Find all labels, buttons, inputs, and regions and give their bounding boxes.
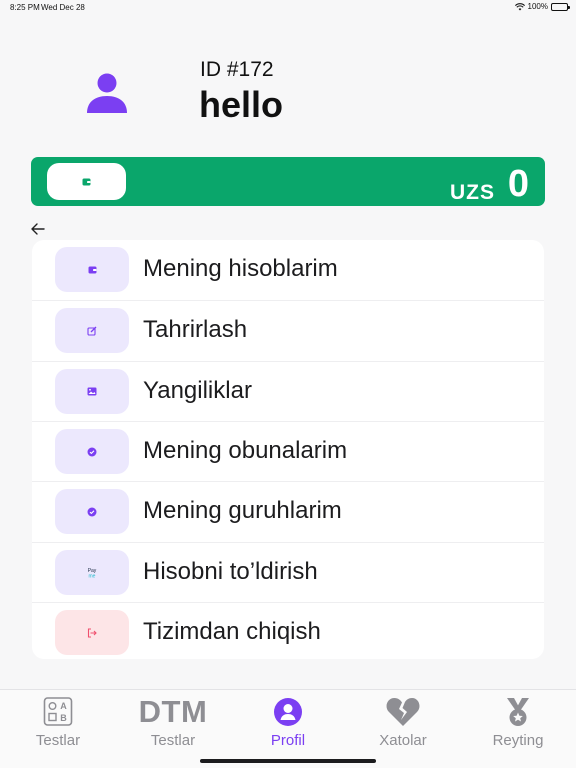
image-icon — [87, 387, 97, 396]
edit-icon — [87, 326, 97, 336]
svg-text:B: B — [60, 713, 67, 723]
balance-bar: UZS 0 — [31, 157, 545, 206]
check-badge-icon — [87, 507, 97, 516]
tab-profil[interactable]: Profil — [238, 690, 338, 750]
profile-menu: Mening hisoblarim Tahrirlash Yangiliklar — [32, 240, 544, 659]
balance-currency: UZS — [450, 181, 495, 204]
avatar-icon — [87, 73, 127, 113]
tab-label: Xatolar — [379, 732, 427, 749]
menu-item-label: Mening guruhlarim — [143, 497, 342, 524]
tab-bar: A B Testlar DTM Testlar Profil Xatolar R… — [0, 689, 576, 768]
battery-icon — [551, 2, 570, 11]
tab-testlar[interactable]: A B Testlar — [8, 690, 108, 750]
user-name: hello — [199, 84, 284, 125]
menu-item-topup[interactable]: Pay me Hisobni to’ldirish — [32, 542, 544, 602]
menu-icon-box — [55, 247, 129, 292]
menu-icon-box: Pay me — [55, 550, 129, 595]
user-id: ID #172 — [200, 58, 274, 81]
menu-icon-box — [55, 429, 129, 474]
medal-icon — [507, 698, 529, 726]
tab-xatolar[interactable]: Xatolar — [353, 690, 453, 750]
battery-percent: 100% — [527, 2, 548, 11]
menu-item-label: Tizimdan chiqish — [143, 618, 321, 645]
menu-item-subscriptions[interactable]: Mening obunalarim — [32, 421, 544, 481]
user-circle-icon — [274, 698, 302, 726]
menu-icon-box — [55, 308, 129, 353]
tab-label: Testlar — [35, 732, 81, 749]
payme-icon: Pay me — [88, 568, 97, 579]
wallet-button[interactable] — [47, 163, 126, 200]
status-date: Wed Dec 28 — [41, 3, 85, 12]
balance-amount: 0 — [507, 163, 529, 205]
menu-item-label: Tahrirlash — [143, 316, 248, 343]
quiz-grid-icon: A B — [43, 697, 73, 726]
menu-item-label: Hisobni to’ldirish — [143, 558, 318, 585]
logout-icon — [87, 627, 97, 638]
broken-heart-icon — [386, 698, 420, 726]
dtm-icon: DTM — [138, 694, 208, 729]
back-arrow-icon[interactable] — [30, 222, 46, 236]
tab-label: Testlar — [150, 732, 196, 749]
svg-text:me: me — [89, 573, 96, 579]
menu-item-label: Mening hisoblarim — [143, 255, 338, 282]
status-right: 100% — [514, 2, 570, 11]
menu-item-logout[interactable]: Tizimdan chiqish — [32, 602, 544, 659]
status-bar: 8:25 PM Wed Dec 28 100% — [0, 0, 576, 14]
wallet-icon — [82, 178, 91, 185]
status-time: 8:25 PM — [10, 3, 40, 12]
home-indicator — [200, 759, 376, 763]
menu-icon-box — [55, 369, 129, 414]
tab-label: Profil — [270, 732, 306, 749]
menu-item-edit[interactable]: Tahrirlash — [32, 300, 544, 360]
menu-item-news[interactable]: Yangiliklar — [32, 361, 544, 421]
menu-item-label: Mening obunalarim — [143, 437, 348, 464]
menu-icon-box — [55, 489, 129, 534]
menu-item-groups[interactable]: Mening guruhlarim — [32, 481, 544, 541]
tab-dtm-testlar[interactable]: DTM Testlar — [123, 690, 223, 750]
check-badge-icon — [87, 447, 97, 456]
menu-item-accounts[interactable]: Mening hisoblarim — [32, 240, 544, 300]
wallet-icon — [88, 266, 96, 273]
svg-text:A: A — [60, 701, 67, 711]
tab-reyting[interactable]: Reyting — [468, 690, 568, 750]
wifi-icon — [514, 2, 525, 10]
tab-label: Reyting — [492, 732, 544, 749]
menu-item-label: Yangiliklar — [143, 377, 252, 404]
menu-icon-box — [55, 610, 129, 655]
